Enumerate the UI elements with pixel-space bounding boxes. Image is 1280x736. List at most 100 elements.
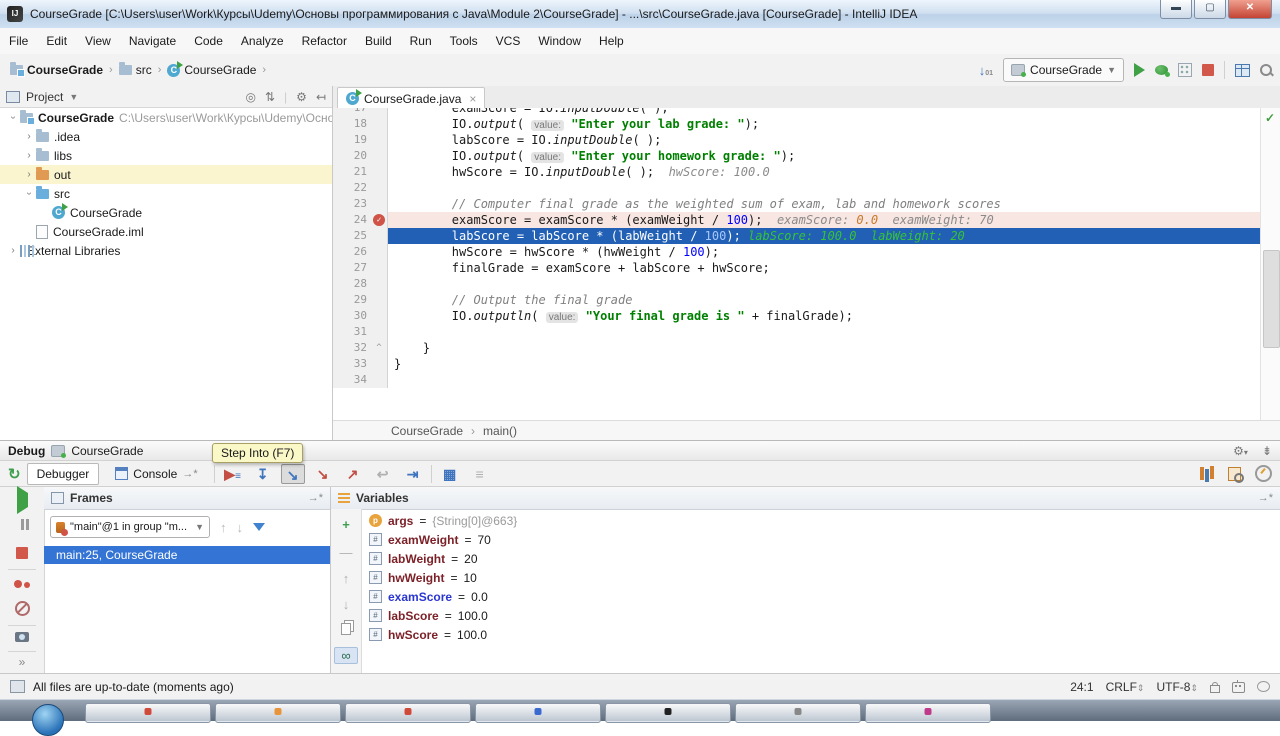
thread-selector[interactable]: "main"@1 in group "m... ▼: [50, 516, 210, 538]
menu-item-edit[interactable]: Edit: [37, 28, 76, 54]
mute-breakpoints-button[interactable]: [0, 601, 44, 619]
code-text[interactable]: labScore = IO.inputDouble( );: [388, 132, 1260, 148]
line-number[interactable]: 31: [333, 324, 371, 340]
run-to-cursor-button[interactable]: ⇥: [401, 464, 425, 484]
gutter[interactable]: [371, 308, 388, 324]
close-button[interactable]: ✕: [1228, 0, 1272, 19]
resume-button[interactable]: [0, 493, 44, 507]
gutter[interactable]: [371, 116, 388, 132]
code-text[interactable]: examScore = IO.inputDouble( );: [388, 108, 1260, 116]
line-number[interactable]: 23: [333, 196, 371, 212]
code-text[interactable]: IO.outputln( value: "Your final grade is…: [388, 308, 1260, 324]
gutter[interactable]: [371, 148, 388, 164]
line-number[interactable]: 32: [333, 340, 371, 356]
code-text[interactable]: hwScore = hwScore * (hwWeight / 100);: [388, 244, 1260, 260]
code-line-23[interactable]: 23 // Computer final grade as the weight…: [333, 196, 1260, 212]
code-text[interactable]: IO.output( value: "Enter your homework g…: [388, 148, 1260, 164]
threads-icon[interactable]: [1200, 467, 1204, 480]
variable-row-labWeight[interactable]: #labWeight= 20: [369, 549, 1280, 568]
expand-icon[interactable]: ›: [6, 245, 20, 256]
breadcrumb-method[interactable]: main(): [483, 424, 517, 438]
code-text[interactable]: // Computer final grade as the weighted …: [388, 196, 1260, 212]
minimize-button[interactable]: ▬: [1160, 0, 1192, 19]
variable-row-examScore[interactable]: #examScore= 0.0: [369, 587, 1280, 606]
tree-item-coursegrade[interactable]: CCourseGrade: [0, 203, 332, 222]
line-number[interactable]: 25: [333, 228, 371, 244]
breakpoint-icon[interactable]: ✓: [373, 214, 385, 226]
hide-panel-icon[interactable]: ↤: [316, 90, 326, 104]
code-line-32[interactable]: 32^ }: [333, 340, 1260, 356]
menu-item-build[interactable]: Build: [356, 28, 401, 54]
stop-button[interactable]: [0, 545, 44, 559]
menu-item-refactor[interactable]: Refactor: [293, 28, 356, 54]
variable-row-labScore[interactable]: #labScore= 100.0: [369, 606, 1280, 625]
variable-row-hwWeight[interactable]: #hwWeight= 10: [369, 568, 1280, 587]
line-number[interactable]: 21: [333, 164, 371, 180]
filter-frames-icon[interactable]: [253, 523, 265, 531]
gutter[interactable]: [371, 132, 388, 148]
chevron-down-icon[interactable]: ▼: [69, 92, 78, 102]
run-button[interactable]: [1134, 63, 1145, 77]
step-into-button[interactable]: ↘: [281, 464, 305, 484]
code-line-18[interactable]: 18 IO.output( value: "Enter your lab gra…: [333, 116, 1260, 132]
code-text[interactable]: finalGrade = examScore + labScore + hwSc…: [388, 260, 1260, 276]
gutter[interactable]: [371, 108, 388, 116]
collapse-all-icon[interactable]: ⇅: [265, 90, 275, 104]
rerun-button[interactable]: ↻: [8, 465, 21, 483]
gutter[interactable]: ✓: [371, 212, 388, 228]
tool-windows-icon[interactable]: [1235, 64, 1250, 77]
settings-sliders-icon[interactable]: ≡: [468, 464, 492, 484]
line-number[interactable]: 26: [333, 244, 371, 260]
line-number[interactable]: 28: [333, 276, 371, 292]
tree-item-coursegrade-iml[interactable]: CourseGrade.iml: [0, 222, 332, 241]
gutter[interactable]: [371, 244, 388, 260]
tree-item-coursegrade[interactable]: ›CourseGrade C:\Users\user\Work\Курсы\Ud…: [0, 108, 332, 127]
thread-dump-button[interactable]: [0, 631, 44, 645]
memory-view-icon[interactable]: [1228, 467, 1241, 481]
menu-item-analyze[interactable]: Analyze: [232, 28, 293, 54]
run-with-coverage-button[interactable]: [1178, 63, 1192, 77]
code-line-22[interactable]: 22: [333, 180, 1260, 196]
tab-coursegrade-java[interactable]: C CourseGrade.java ×: [337, 87, 485, 109]
gutter[interactable]: [371, 180, 388, 196]
code-text[interactable]: }: [388, 340, 1260, 356]
line-number[interactable]: 33: [333, 356, 371, 372]
fold-marker-icon[interactable]: ^: [371, 340, 388, 356]
code-line-31[interactable]: 31: [333, 324, 1260, 340]
breadcrumb-class[interactable]: CourseGrade: [391, 424, 463, 438]
taskbar-button-7[interactable]: [865, 703, 991, 723]
taskbar-button-1[interactable]: [85, 703, 211, 723]
lock-icon[interactable]: [1210, 685, 1220, 693]
menu-item-file[interactable]: File: [0, 28, 37, 54]
gutter[interactable]: [371, 196, 388, 212]
menu-item-run[interactable]: Run: [401, 28, 441, 54]
variable-row-args[interactable]: pargs= {String[0]@663}: [369, 511, 1280, 530]
stack-frame-row[interactable]: main:25, CourseGrade: [44, 546, 330, 564]
code-text[interactable]: [388, 276, 1260, 292]
line-number[interactable]: 20: [333, 148, 371, 164]
code-text[interactable]: }: [388, 356, 1260, 372]
stop-button[interactable]: [1202, 64, 1214, 76]
menu-item-view[interactable]: View: [76, 28, 120, 54]
code-line-17[interactable]: 17 examScore = IO.inputDouble( );: [333, 108, 1260, 116]
gear-icon[interactable]: ⚙: [296, 90, 307, 104]
gutter[interactable]: [371, 356, 388, 372]
code-text[interactable]: [388, 372, 1260, 388]
line-number[interactable]: 17: [333, 108, 371, 116]
tree-item-out[interactable]: ›out: [0, 165, 332, 184]
code-line-19[interactable]: 19 labScore = IO.inputDouble( );: [333, 132, 1260, 148]
force-step-into-button[interactable]: ↘: [311, 464, 335, 484]
show-watches-toggle[interactable]: ∞: [334, 647, 358, 664]
code-line-24[interactable]: 24✓ examScore = examScore * (examWeight …: [333, 212, 1260, 228]
run-config-select[interactable]: CourseGrade ▼: [1003, 58, 1124, 82]
restore-button[interactable]: ▢: [1194, 0, 1226, 19]
code-editor[interactable]: 17 examScore = IO.inputDouble( );18 IO.o…: [333, 108, 1260, 420]
tree-item-libs[interactable]: ›libs: [0, 146, 332, 165]
locate-file-icon[interactable]: ◎: [246, 90, 256, 104]
variable-row-examWeight[interactable]: #examWeight= 70: [369, 530, 1280, 549]
remove-watch-button[interactable]: —: [331, 545, 361, 560]
event-log-icon[interactable]: [1257, 681, 1270, 692]
variable-row-hwScore[interactable]: #hwScore= 100.0: [369, 625, 1280, 644]
gutter[interactable]: [371, 292, 388, 308]
tree-item-external-libraries[interactable]: ›External Libraries: [0, 241, 332, 260]
